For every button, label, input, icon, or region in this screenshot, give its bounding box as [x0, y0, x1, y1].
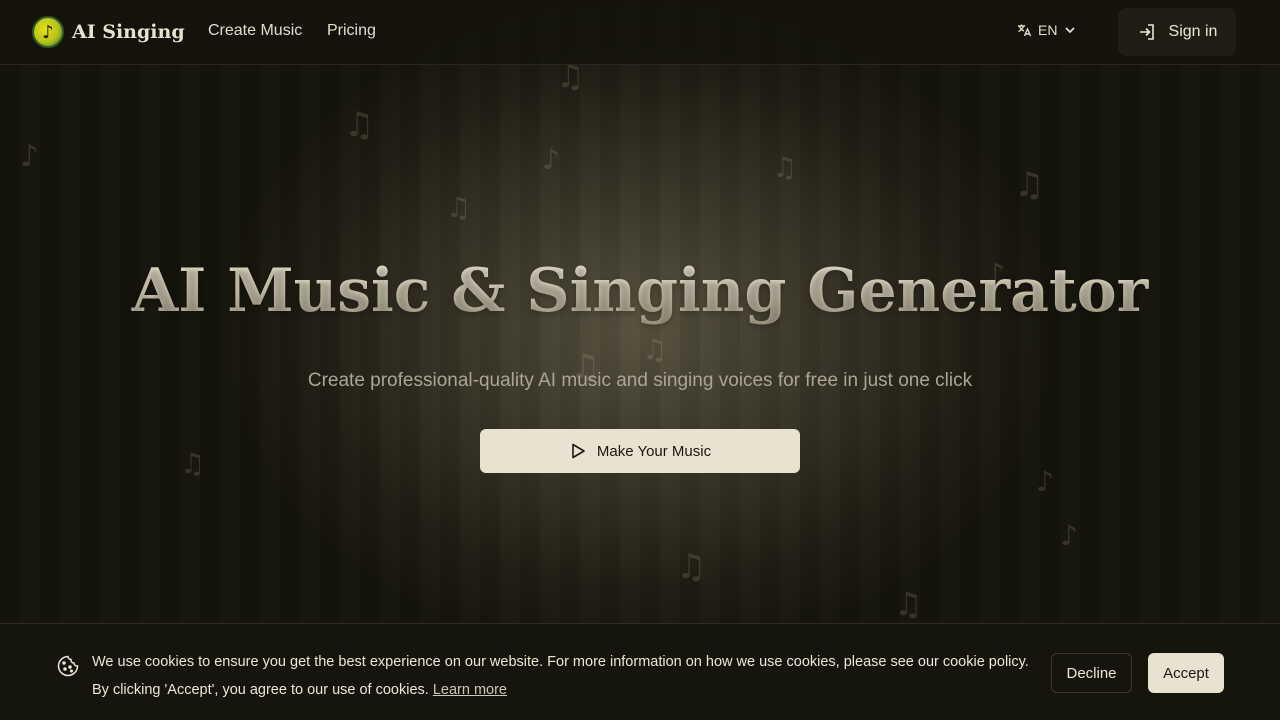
music-note-icon: ♫: [180, 447, 206, 480]
cookie-icon: [57, 655, 79, 677]
hero-title: AI Music & Singing Generator: [0, 256, 1280, 326]
cookie-banner: We use cookies to ensure you get the bes…: [0, 623, 1280, 720]
play-icon: [572, 443, 585, 459]
decline-button[interactable]: Decline: [1051, 653, 1132, 693]
brand-name: AI Singing: [72, 21, 185, 43]
music-note-icon: ♫: [894, 585, 923, 623]
make-your-music-button[interactable]: Make Your Music: [480, 429, 800, 473]
music-note-icon: ♪: [542, 143, 560, 176]
music-note-icon: ♪: [1036, 465, 1054, 498]
hero-subtitle: Create professional-quality AI music and…: [307, 370, 973, 391]
cta-label: Make Your Music: [596, 442, 712, 460]
background-stripes: [0, 0, 1280, 720]
cookie-line-1: We use cookies to ensure you get the bes…: [92, 654, 1029, 670]
music-note-icon: ♫: [446, 191, 472, 224]
learn-more-link[interactable]: Learn more: [433, 682, 507, 698]
translate-icon: [1018, 24, 1032, 37]
language-selector[interactable]: EN: [1016, 22, 1077, 38]
nav-pricing[interactable]: Pricing: [327, 22, 376, 40]
music-note-icon: ♪: [20, 139, 40, 174]
accept-button[interactable]: Accept: [1148, 653, 1224, 693]
cookie-line-2: By clicking 'Accept', you agree to our u…: [92, 676, 1032, 704]
cookie-message: We use cookies to ensure you get the bes…: [92, 648, 1032, 704]
music-note-icon: ♫: [1014, 165, 1045, 205]
music-note-logo-icon: ♪: [32, 16, 64, 48]
music-note-icon: ♫: [772, 151, 798, 184]
language-code: EN: [1038, 22, 1058, 38]
cookie-line-2-text: By clicking 'Accept', you agree to our u…: [92, 682, 429, 698]
sign-in-button[interactable]: Sign in: [1118, 8, 1236, 56]
brand-logo[interactable]: ♪ AI Singing: [32, 16, 185, 48]
top-navbar: ♪ AI Singing Create Music Pricing EN Sig…: [0, 0, 1280, 65]
music-note-icon: ♫: [642, 333, 668, 366]
music-note-icon: ♫: [344, 105, 375, 145]
sign-in-label: Sign in: [1168, 23, 1218, 40]
chevron-down-icon: [1065, 27, 1076, 34]
login-icon: [1139, 24, 1154, 40]
nav-create-music[interactable]: Create Music: [208, 22, 302, 40]
music-note-icon: ♫: [676, 547, 707, 587]
music-note-icon: ♪: [1060, 519, 1078, 552]
